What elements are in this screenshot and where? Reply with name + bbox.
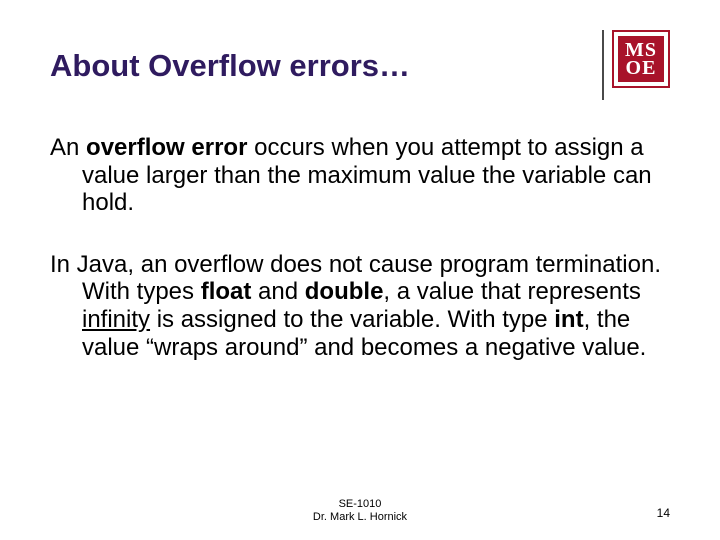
slide-title: About Overflow errors… [50,30,602,84]
p2-t3: , a value that represents [383,278,640,305]
msoe-logo: MS OE [612,30,670,88]
page-number: 14 [657,506,670,520]
logo-text-bottom: OE [626,59,657,77]
footer: SE-1010 Dr. Mark L. Hornick [0,498,720,524]
paragraph-2: In Java, an overflow does not cause prog… [50,251,670,361]
footer-center: SE-1010 Dr. Mark L. Hornick [313,498,407,524]
footer-course: SE-1010 [313,498,407,511]
paragraph-1-text: An overflow error occurs when you attemp… [50,134,670,217]
slide: About Overflow errors… MS OE An overflow… [0,0,720,540]
paragraph-1: An overflow error occurs when you attemp… [50,134,670,217]
p2-b1: float [201,278,252,305]
p1-bold: overflow error [86,134,247,161]
body-text: An overflow error occurs when you attemp… [50,134,670,361]
p2-b2: double [305,278,384,305]
footer-author: Dr. Mark L. Hornick [313,511,407,524]
title-row: About Overflow errors… MS OE [50,30,670,100]
logo-divider [602,30,604,100]
logo-inner: MS OE [618,36,664,82]
p2-u1: infinity [82,306,150,333]
p2-t2: and [251,278,304,305]
p2-b3: int [554,306,583,333]
p2-t4: is assigned to the variable. With type [150,306,554,333]
logo-wrap: MS OE [602,30,670,100]
paragraph-2-text: In Java, an overflow does not cause prog… [50,251,670,361]
p1-lead: An [50,134,86,161]
